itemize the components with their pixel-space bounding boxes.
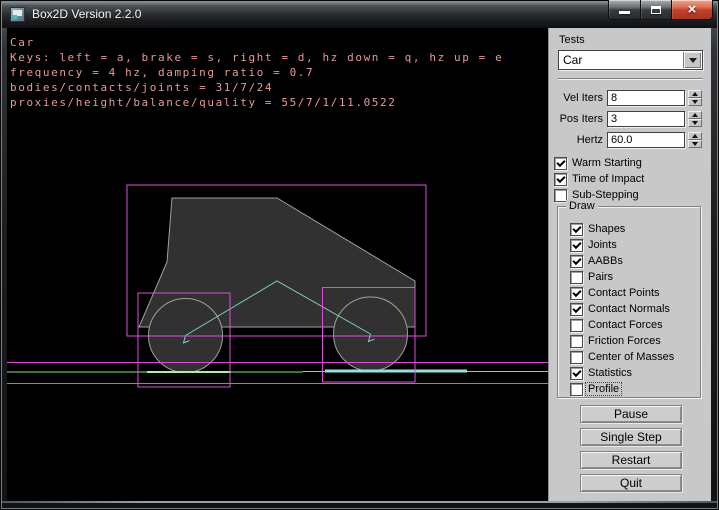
checkbox-box[interactable] xyxy=(570,383,583,396)
check-icon xyxy=(572,304,581,313)
action-buttons: Pause Single Step Restart Quit xyxy=(580,405,682,497)
spinner-input[interactable]: 3 xyxy=(607,111,685,127)
checkbox-box[interactable] xyxy=(570,255,583,268)
checkbox-box[interactable] xyxy=(570,335,583,348)
spinner-buttons[interactable] xyxy=(688,90,702,106)
checkbox-box[interactable] xyxy=(570,271,583,284)
check-icon xyxy=(556,174,565,183)
checkbox-joints[interactable]: Joints xyxy=(570,238,710,254)
debug-text-line: bodies/contacts/joints = 31/7/24 xyxy=(10,80,503,95)
checkbox-box[interactable] xyxy=(570,303,583,316)
separator xyxy=(558,78,703,80)
checkbox-label: AABBs xyxy=(588,255,623,267)
window-title: Box2D Version 2.2.0 xyxy=(32,2,141,28)
spinner-up-icon[interactable] xyxy=(688,132,702,140)
checkbox-label: Pairs xyxy=(588,271,613,283)
button-quit[interactable]: Quit xyxy=(580,474,682,492)
checkbox-label: Joints xyxy=(588,239,617,251)
tests-dropdown[interactable]: Car xyxy=(558,50,703,70)
checkbox-box[interactable] xyxy=(570,367,583,380)
close-icon: × xyxy=(688,1,697,19)
checkbox-contact-forces[interactable]: Contact Forces xyxy=(570,318,710,334)
checkbox-label: Contact Points xyxy=(588,287,660,299)
spinner-row-pos-iters: Pos Iters 3 xyxy=(549,110,712,131)
spinner-down-icon[interactable] xyxy=(688,119,702,127)
checkbox-pairs[interactable]: Pairs xyxy=(570,270,710,286)
chevron-down-icon[interactable] xyxy=(683,52,701,68)
minimize-icon xyxy=(619,11,630,14)
app-window: Box2D Version 2.2.0 × C xyxy=(0,0,719,510)
spinner-down-icon[interactable] xyxy=(688,140,702,148)
maximize-button[interactable] xyxy=(640,0,672,20)
debug-stats: CarKeys: left = a, brake = s, right = d,… xyxy=(10,35,503,110)
checkbox-contact-points[interactable]: Contact Points xyxy=(570,286,710,302)
checkbox-label: Shapes xyxy=(588,223,625,235)
draw-group: Shapes Joints AABBs Pairs Contact Points… xyxy=(557,206,701,398)
minimize-button[interactable] xyxy=(608,0,641,20)
checkbox-box[interactable] xyxy=(570,239,583,252)
checkbox-label: Statistics xyxy=(588,367,632,379)
button-pause[interactable]: Pause xyxy=(580,405,682,423)
simulation-canvas[interactable]: CarKeys: left = a, brake = s, right = d,… xyxy=(7,28,548,501)
draw-checkboxes: Shapes Joints AABBs Pairs Contact Points… xyxy=(570,222,710,398)
spinner-label: Vel Iters xyxy=(563,92,603,104)
checkbox-friction-forces[interactable]: Friction Forces xyxy=(570,334,710,350)
checkbox-shapes[interactable]: Shapes xyxy=(570,222,710,238)
spinner-buttons[interactable] xyxy=(688,132,702,148)
close-button[interactable]: × xyxy=(671,0,713,20)
tests-label: Tests xyxy=(559,34,585,46)
checkbox-label: Contact Forces xyxy=(588,319,663,331)
spinner-down-icon[interactable] xyxy=(688,98,702,106)
check-icon xyxy=(572,288,581,297)
debug-text-line: Car xyxy=(10,35,503,50)
check-icon xyxy=(572,368,581,377)
spinner-label: Hertz xyxy=(577,134,603,146)
caption-buttons: × xyxy=(608,0,713,20)
checkbox-label: Contact Normals xyxy=(588,303,670,315)
check-icon xyxy=(572,256,581,265)
checkbox-aabbs[interactable]: AABBs xyxy=(570,254,710,270)
spinner-list: Vel Iters 8 Pos Iters 3 Hertz 60.0 xyxy=(549,89,712,152)
debug-text-line: frequency = 4 hz, damping ratio = 0.7 xyxy=(10,65,503,80)
checkbox-label: Friction Forces xyxy=(588,335,661,347)
checkbox-label: Center of Masses xyxy=(588,351,674,363)
button-single-step[interactable]: Single Step xyxy=(580,428,682,446)
checkbox-box[interactable] xyxy=(554,157,567,170)
spinner-input[interactable]: 8 xyxy=(607,90,685,106)
spinner-input[interactable]: 60.0 xyxy=(607,132,685,148)
button-restart[interactable]: Restart xyxy=(580,451,682,469)
check-icon xyxy=(572,224,581,233)
checkbox-box[interactable] xyxy=(554,173,567,186)
draw-group-title: Draw xyxy=(566,200,598,212)
spinner-up-icon[interactable] xyxy=(688,90,702,98)
spinner-label: Pos Iters xyxy=(560,113,603,125)
checkbox-box[interactable] xyxy=(570,287,583,300)
checkbox-time-of-impact[interactable]: Time of Impact xyxy=(554,172,694,188)
debug-text-line: proxies/height/balance/quality = 55/7/1/… xyxy=(10,95,503,110)
spinner-buttons[interactable] xyxy=(688,111,702,127)
check-icon xyxy=(572,240,581,249)
control-panel: Tests Car Vel Iters 8 Pos Iters 3 Hertz … xyxy=(548,28,711,501)
check-icon xyxy=(556,158,565,167)
checkbox-contact-normals[interactable]: Contact Normals xyxy=(570,302,710,318)
debug-text-line: Keys: left = a, brake = s, right = d, hz… xyxy=(10,50,503,65)
tests-dropdown-value: Car xyxy=(563,53,582,67)
checkbox-profile[interactable]: Profile xyxy=(570,382,710,398)
checkbox-box[interactable] xyxy=(570,319,583,332)
solver-checkboxes: Warm Starting Time of Impact Sub-Steppin… xyxy=(554,156,694,204)
spinner-up-icon[interactable] xyxy=(688,111,702,119)
spinner-row-vel-iters: Vel Iters 8 xyxy=(549,89,712,110)
window-border-highlight xyxy=(2,501,717,503)
spinner-row-hertz: Hertz 60.0 xyxy=(549,131,712,152)
maximize-icon xyxy=(651,6,661,14)
checkbox-box[interactable] xyxy=(570,223,583,236)
checkbox-label: Time of Impact xyxy=(572,173,644,185)
checkbox-label: Warm Starting xyxy=(572,157,642,169)
checkbox-warm-starting[interactable]: Warm Starting xyxy=(554,156,694,172)
app-icon xyxy=(10,7,25,22)
checkbox-center-of-masses[interactable]: Center of Masses xyxy=(570,350,710,366)
checkbox-label: Profile xyxy=(586,383,621,395)
checkbox-statistics[interactable]: Statistics xyxy=(570,366,710,382)
checkbox-box[interactable] xyxy=(570,351,583,364)
